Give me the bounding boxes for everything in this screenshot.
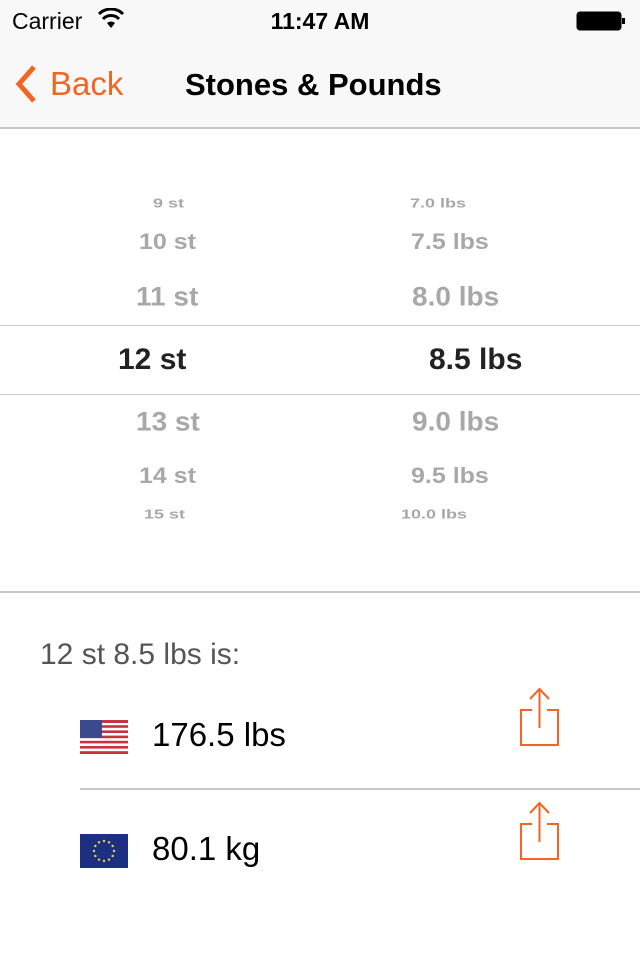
chevron-left-icon: [15, 65, 36, 103]
picker-option[interactable]: 9.0 lbs: [412, 407, 499, 438]
result-heading: 12 st 8.5 lbs is:: [40, 638, 241, 671]
navigation-bar: Back Stones & Pounds: [0, 40, 640, 129]
picker-option[interactable]: 7.0 lbs: [410, 196, 466, 211]
picker-option[interactable]: 9 st: [153, 196, 184, 211]
clock: 11:47 AM: [270, 8, 370, 34]
weight-picker[interactable]: 9 st 10 st 11 st 12 st 13 st 14 st 15 st 7.0 l…: [0, 129, 640, 593]
picker-selection-band: [0, 325, 640, 395]
back-label: Back: [50, 65, 124, 102]
kg-value: 80.1 kg: [152, 830, 261, 867]
picker-option[interactable]: 8.5 lbs: [429, 343, 522, 377]
picker-option[interactable]: 8.0 lbs: [412, 282, 499, 313]
lbs-value: 176.5 lbs: [152, 716, 286, 753]
picker-option[interactable]: 14 st: [139, 464, 196, 490]
picker-option[interactable]: 9.5 lbs: [411, 464, 489, 490]
picker-option[interactable]: 7.5 lbs: [411, 230, 489, 256]
picker-option[interactable]: 12 st: [118, 343, 186, 377]
share-icon[interactable]: [518, 798, 562, 862]
us-flag-icon: [80, 720, 128, 754]
back-button[interactable]: Back: [14, 64, 123, 104]
row-divider: [80, 788, 640, 790]
result-row-kg: 80.1 kg: [80, 798, 640, 912]
share-icon[interactable]: [518, 684, 562, 748]
eu-flag-icon: [80, 834, 128, 868]
picker-option[interactable]: 15 st: [144, 507, 185, 522]
picker-option[interactable]: 11 st: [136, 282, 198, 313]
status-bar: Carrier 11:47 AM: [0, 0, 640, 40]
result-row-lbs: 176.5 lbs: [80, 684, 640, 798]
picker-option[interactable]: 10.0 lbs: [401, 507, 467, 522]
picker-option[interactable]: 13 st: [136, 407, 200, 438]
battery-icon: [576, 11, 625, 31]
picker-option[interactable]: 10 st: [139, 230, 196, 256]
page-title: Stones & Pounds: [185, 67, 442, 102]
